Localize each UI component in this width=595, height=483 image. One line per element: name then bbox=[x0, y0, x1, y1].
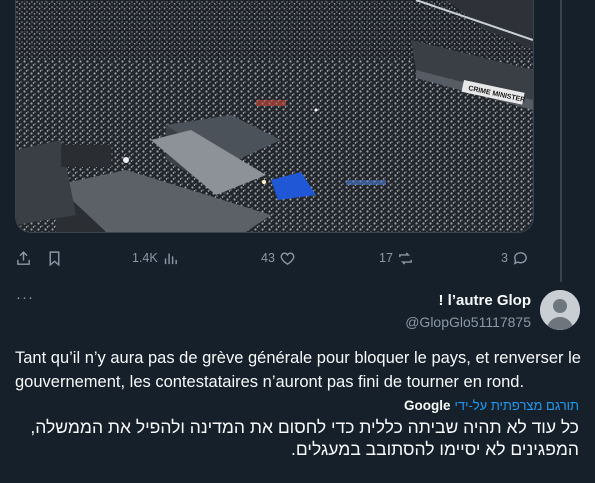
thread-connector-line bbox=[560, 0, 562, 282]
more-options-button[interactable]: ··· bbox=[16, 290, 34, 305]
bookmark-icon bbox=[49, 250, 60, 266]
retweet-icon bbox=[399, 251, 412, 265]
avatar[interactable] bbox=[540, 290, 580, 330]
tweet-photo[interactable]: CRIME MINISTER bbox=[15, 0, 534, 233]
translation-attribution[interactable]: Google תורגם מצרפתית על-ידי bbox=[404, 398, 579, 413]
tweet-text: Tant qu’il n’y aura pas de grève général… bbox=[15, 349, 581, 391]
reply-count: 3 bbox=[501, 251, 508, 265]
author-block[interactable]: ! l’autre Glop @GlopGlo51117875 bbox=[405, 292, 531, 331]
share-button[interactable] bbox=[15, 248, 32, 268]
bookmark-button[interactable] bbox=[46, 248, 63, 268]
share-icon bbox=[17, 250, 30, 265]
tweet-action-bar: 1.4K 43 17 3 bbox=[15, 248, 535, 268]
reply-icon bbox=[513, 251, 527, 265]
author-name[interactable]: ! l’autre Glop bbox=[405, 292, 531, 310]
translated-tweet-text: כל עוד לא תהיה שביתה כללית כדי לחסום את … bbox=[30, 417, 579, 459]
translation-label[interactable]: תורגם מצרפתית על-ידי bbox=[454, 398, 579, 413]
views-count: 1.4K bbox=[132, 251, 158, 265]
like-count: 43 bbox=[261, 251, 275, 265]
retweet-button[interactable]: 17 bbox=[379, 248, 414, 268]
analytics-icon bbox=[164, 253, 177, 264]
like-button[interactable]: 43 bbox=[261, 248, 296, 268]
default-avatar-icon bbox=[540, 290, 580, 330]
translation-brand: Google bbox=[403, 398, 451, 413]
retweet-count: 17 bbox=[379, 251, 393, 265]
views-button[interactable]: 1.4K bbox=[132, 248, 179, 268]
reply-button[interactable]: 3 bbox=[501, 248, 529, 268]
heart-icon bbox=[280, 251, 295, 265]
crowd-photo-image: CRIME MINISTER bbox=[16, 0, 533, 232]
author-handle[interactable]: @GlopGlo51117875 bbox=[405, 313, 531, 331]
